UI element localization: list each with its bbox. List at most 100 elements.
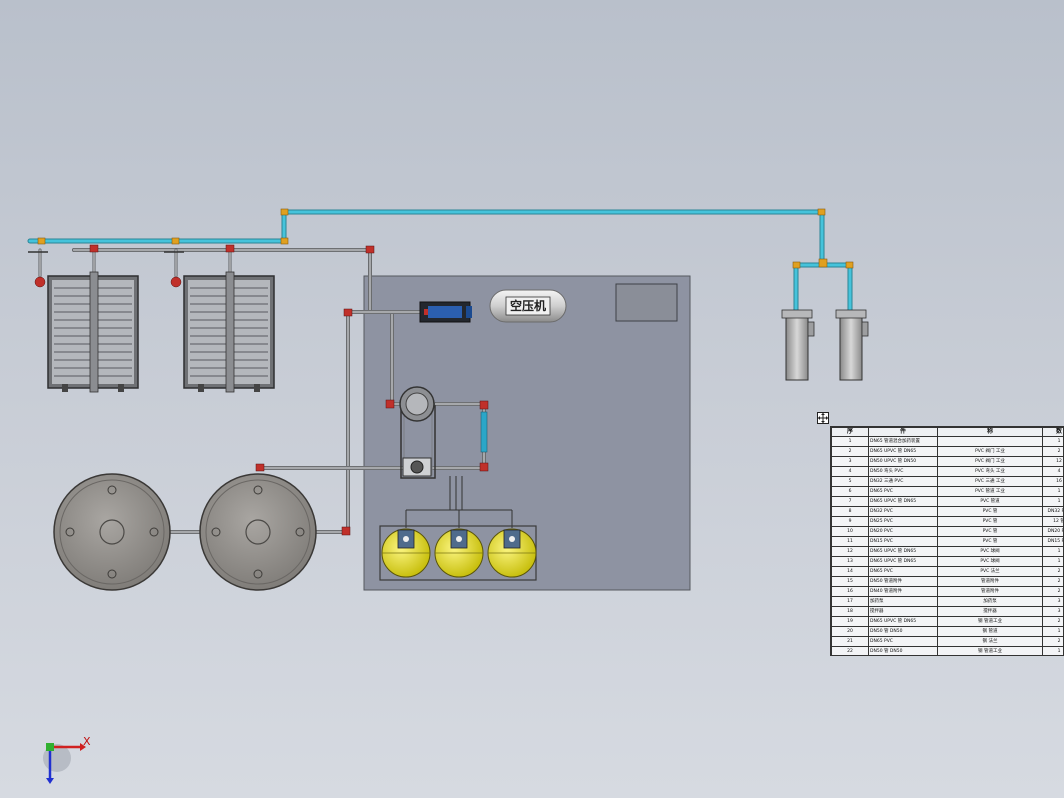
bom-header-code: 件: [868, 427, 938, 437]
bom-cell-code: DN50 管 DN50: [868, 626, 938, 637]
compressor-label: 空压机: [509, 299, 546, 313]
bom-cell-qty: 1: [1042, 546, 1063, 557]
bom-header-qty: 数: [1042, 427, 1063, 437]
bom-cell-index: 17: [831, 596, 869, 607]
control-box[interactable]: [615, 283, 678, 322]
table-row[interactable]: 20 DN50 管 DN50 钢 管道 1: [831, 626, 1063, 637]
bom-header-row: 序 件 称 数: [831, 427, 1063, 437]
table-row[interactable]: 6 DN65 PVC PVC 管道 工业 1: [831, 486, 1063, 497]
bom-cell-name: 钢 管道工业: [937, 646, 1043, 655]
flow-meter[interactable]: [480, 411, 488, 453]
move-handle-icon[interactable]: [817, 412, 829, 424]
bom-cell-index: 1: [831, 436, 869, 447]
bom-cell-name: PVC 球阀: [937, 556, 1043, 567]
bom-cell-name: 钢 管道工业: [937, 616, 1043, 627]
axis-triad-icon[interactable]: [43, 743, 86, 784]
table-row[interactable]: 11DN15 PVCPVC 管DN15 PVC: [831, 536, 1063, 547]
chemical-tank-2[interactable]: [434, 528, 484, 578]
bom-cell-code: 加药泵: [868, 596, 938, 607]
bom-cell-code: DN50 管 DN50: [868, 646, 938, 655]
table-row[interactable]: 18 搅拌器 搅拌器 3: [831, 606, 1063, 617]
bom-cell-qty: 16: [1042, 476, 1063, 487]
table-row[interactable]: 4 DN50 弯头 PVC PVC 弯头 工业 4: [831, 466, 1063, 477]
bom-cell-name: PVC 管: [937, 536, 1043, 547]
bom-cell-name: PVC 三通 工业: [937, 476, 1043, 487]
bom-cell-qty: 12 管: [1042, 516, 1063, 527]
bom-cell-code: DN65 管道混合加药装置: [868, 436, 938, 447]
bom-cell-name: 钢 管道: [937, 626, 1043, 637]
bom-cell-index: 11: [831, 536, 869, 547]
filter-column-2[interactable]: [835, 309, 869, 381]
bom-cell-name: PVC 阀门 工业: [937, 456, 1043, 467]
bom-header-name: 称: [937, 427, 1043, 437]
bom-cell-qty: 1: [1042, 496, 1063, 507]
settling-tank-1[interactable]: [53, 473, 171, 591]
axis-x-label: X: [83, 735, 91, 748]
bom-cell-index: 5: [831, 476, 869, 487]
bom-cell-index: 13: [831, 556, 869, 567]
table-row[interactable]: 5 DN32 三通 PVC PVC 三通 工业 16: [831, 476, 1063, 487]
table-row[interactable]: 17 加药泵 加药泵 3: [831, 596, 1063, 607]
bom-cell-name: [937, 436, 1043, 447]
dosing-pump[interactable]: [419, 301, 472, 323]
chemical-tank-3[interactable]: [487, 528, 537, 578]
bom-cell-code: DN65 UPVC 管 DN65: [868, 446, 938, 457]
bom-cell-qty: 2: [1042, 576, 1063, 587]
bom-body: 1 DN65 管道混合加药装置 1 2 DN65 UPVC 管 DN65 PVC 阀门 工…: [831, 436, 1063, 655]
bom-cell-qty: DN15 PVC: [1042, 536, 1063, 547]
settling-tank-2[interactable]: [199, 473, 317, 591]
bom-cell-name: PVC 法兰: [937, 566, 1043, 577]
bom-cell-index: 9: [831, 516, 869, 527]
bom-cell-index: 16: [831, 586, 869, 597]
table-row[interactable]: 19 DN65 UPVC 管 DN65 钢 管道工业 2: [831, 616, 1063, 627]
bom-cell-qty: 2: [1042, 636, 1063, 647]
table-row[interactable]: 12 DN65 UPVC 管 DN65 PVC 球阀 1: [831, 546, 1063, 557]
table-row[interactable]: 2 DN65 UPVC 管 DN65 PVC 阀门 工业 2: [831, 446, 1063, 457]
bom-cell-index: 22: [831, 646, 869, 655]
table-row[interactable]: 13 DN65 UPVC 管 DN65 PVC 球阀 1: [831, 556, 1063, 567]
table-row[interactable]: 7 DN65 UPVC 管 DN65 PVC 管道 1: [831, 496, 1063, 507]
bom-cell-code: DN65 UPVC 管 DN65: [868, 556, 938, 567]
bom-cell-qty: DN20 PVC: [1042, 526, 1063, 537]
bom-cell-code: DN20 PVC: [868, 526, 938, 537]
bom-cell-index: 3: [831, 456, 869, 467]
bill-of-materials-table[interactable]: 序 件 称 数 1 DN65 管道混合加药装置 1 2 DN65 UPVC 管 DN65…: [830, 426, 1064, 656]
bom-cell-qty: 1: [1042, 436, 1063, 447]
bom-cell-code: 搅拌器: [868, 606, 938, 617]
bom-cell-index: 21: [831, 636, 869, 647]
bom-cell-index: 4: [831, 466, 869, 477]
bom-cell-code: DN65 PVC: [868, 486, 938, 497]
bom-cell-qty: 1: [1042, 486, 1063, 497]
table-row[interactable]: 1 DN65 管道混合加药装置 1: [831, 436, 1063, 447]
bom-cell-name: 搅拌器: [937, 606, 1043, 617]
bom-cell-name: PVC 管: [937, 506, 1043, 517]
table-row[interactable]: 22 DN50 管 DN50 钢 管道工业 1: [831, 646, 1063, 655]
bom-cell-name: PVC 管: [937, 516, 1043, 527]
bom-cell-code: DN40 管道附件: [868, 586, 938, 597]
bom-header-index: 序: [831, 427, 869, 437]
table-row[interactable]: 10DN20 PVCPVC 管DN20 PVC: [831, 526, 1063, 537]
filter-column-1[interactable]: [781, 309, 815, 381]
table-row[interactable]: 16 DN40 管道附件 管道附件 2: [831, 586, 1063, 597]
bom-cell-code: DN25 PVC: [868, 516, 938, 527]
table-row[interactable]: 15 DN50 管道附件 管道附件 2: [831, 576, 1063, 587]
table-row[interactable]: 14 DN65 PVC PVC 法兰 2: [831, 566, 1063, 577]
table-row[interactable]: 3 DN50 UPVC 管 DN50 PVC 阀门 工业 12: [831, 456, 1063, 467]
bom-cell-index: 14: [831, 566, 869, 577]
chemical-tank-1[interactable]: [381, 528, 431, 578]
table-row[interactable]: 21 DN65 PVC 钢 法兰 2: [831, 636, 1063, 647]
filter-press-1[interactable]: [47, 271, 139, 393]
bom-cell-code: DN50 UPVC 管 DN50: [868, 456, 938, 467]
cad-viewport[interactable]: [0, 0, 1064, 798]
bom-cell-code: DN50 管道附件: [868, 576, 938, 587]
bom-cell-qty: 3: [1042, 606, 1063, 617]
bom-cell-index: 12: [831, 546, 869, 557]
filter-press-2[interactable]: [183, 271, 275, 393]
bom-cell-name: 加药泵: [937, 596, 1043, 607]
table-row[interactable]: 8DN32 PVCPVC 管DN32 PVC: [831, 506, 1063, 517]
bom-cell-qty: 2: [1042, 566, 1063, 577]
bom-cell-name: PVC 弯头 工业: [937, 466, 1043, 477]
table-row[interactable]: 9 DN25 PVC PVC 管 12 管: [831, 516, 1063, 527]
bom-cell-qty: DN32 PVC: [1042, 506, 1063, 517]
bom-cell-qty: 2: [1042, 616, 1063, 627]
